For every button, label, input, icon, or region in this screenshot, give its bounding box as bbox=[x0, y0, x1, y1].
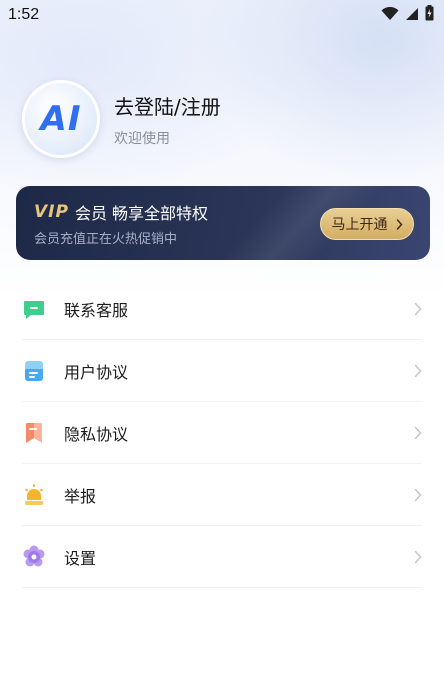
vip-banner[interactable]: VIP 会员 畅享全部特权 会员充值正在火热促销中 马上开通 bbox=[16, 186, 430, 260]
menu-item-label: 设置 bbox=[64, 549, 97, 568]
avatar-logo-text: AI bbox=[40, 99, 82, 139]
welcome-text: 欢迎使用 bbox=[114, 130, 170, 147]
chevron-right-icon bbox=[414, 488, 422, 502]
settings-menu: 联系客服 用户协议 隐私协议 举报 设置 bbox=[0, 278, 444, 588]
menu-item-privacy-agreement[interactable]: 隐私协议 bbox=[0, 402, 444, 464]
status-icons bbox=[381, 5, 434, 25]
chevron-right-icon bbox=[414, 550, 422, 564]
document-icon bbox=[22, 359, 46, 383]
vip-subtitle: 会员充值正在火热促销中 bbox=[34, 232, 178, 247]
menu-item-label: 举报 bbox=[64, 487, 97, 506]
menu-item-contact-service[interactable]: 联系客服 bbox=[0, 278, 444, 340]
bookmark-icon bbox=[22, 421, 46, 445]
chevron-right-icon bbox=[414, 426, 422, 440]
vip-open-button-label: 马上开通 bbox=[331, 217, 388, 233]
menu-item-report[interactable]: 举报 bbox=[0, 464, 444, 526]
avatar[interactable]: AI bbox=[22, 80, 100, 158]
vip-open-button[interactable]: 马上开通 bbox=[320, 208, 414, 240]
menu-item-label: 隐私协议 bbox=[64, 425, 129, 444]
status-bar: 1:52 bbox=[0, 0, 444, 30]
status-time: 1:52 bbox=[8, 6, 40, 23]
chevron-right-icon bbox=[396, 218, 403, 230]
menu-item-settings[interactable]: 设置 bbox=[0, 526, 444, 588]
vip-logo: VIP bbox=[34, 202, 69, 222]
chevron-right-icon bbox=[414, 302, 422, 316]
menu-item-label: 联系客服 bbox=[64, 301, 129, 320]
chevron-right-icon bbox=[414, 364, 422, 378]
profile-header[interactable]: AI 去登陆/注册 欢迎使用 bbox=[22, 80, 221, 158]
cellular-signal-icon bbox=[405, 6, 419, 25]
gear-flower-icon bbox=[22, 545, 46, 569]
vip-title: 会员 畅享全部特权 bbox=[74, 204, 209, 223]
alarm-light-icon bbox=[22, 483, 46, 507]
menu-item-user-agreement[interactable]: 用户协议 bbox=[0, 340, 444, 402]
wifi-icon bbox=[381, 6, 399, 25]
menu-item-label: 用户协议 bbox=[64, 363, 129, 382]
chat-bubble-icon bbox=[22, 297, 46, 321]
login-register-link[interactable]: 去登陆/注册 bbox=[114, 91, 221, 120]
vip-title-row: VIP 会员 畅享全部特权 bbox=[34, 200, 208, 224]
battery-icon bbox=[425, 5, 434, 25]
profile-text: 去登陆/注册 欢迎使用 bbox=[114, 91, 221, 148]
